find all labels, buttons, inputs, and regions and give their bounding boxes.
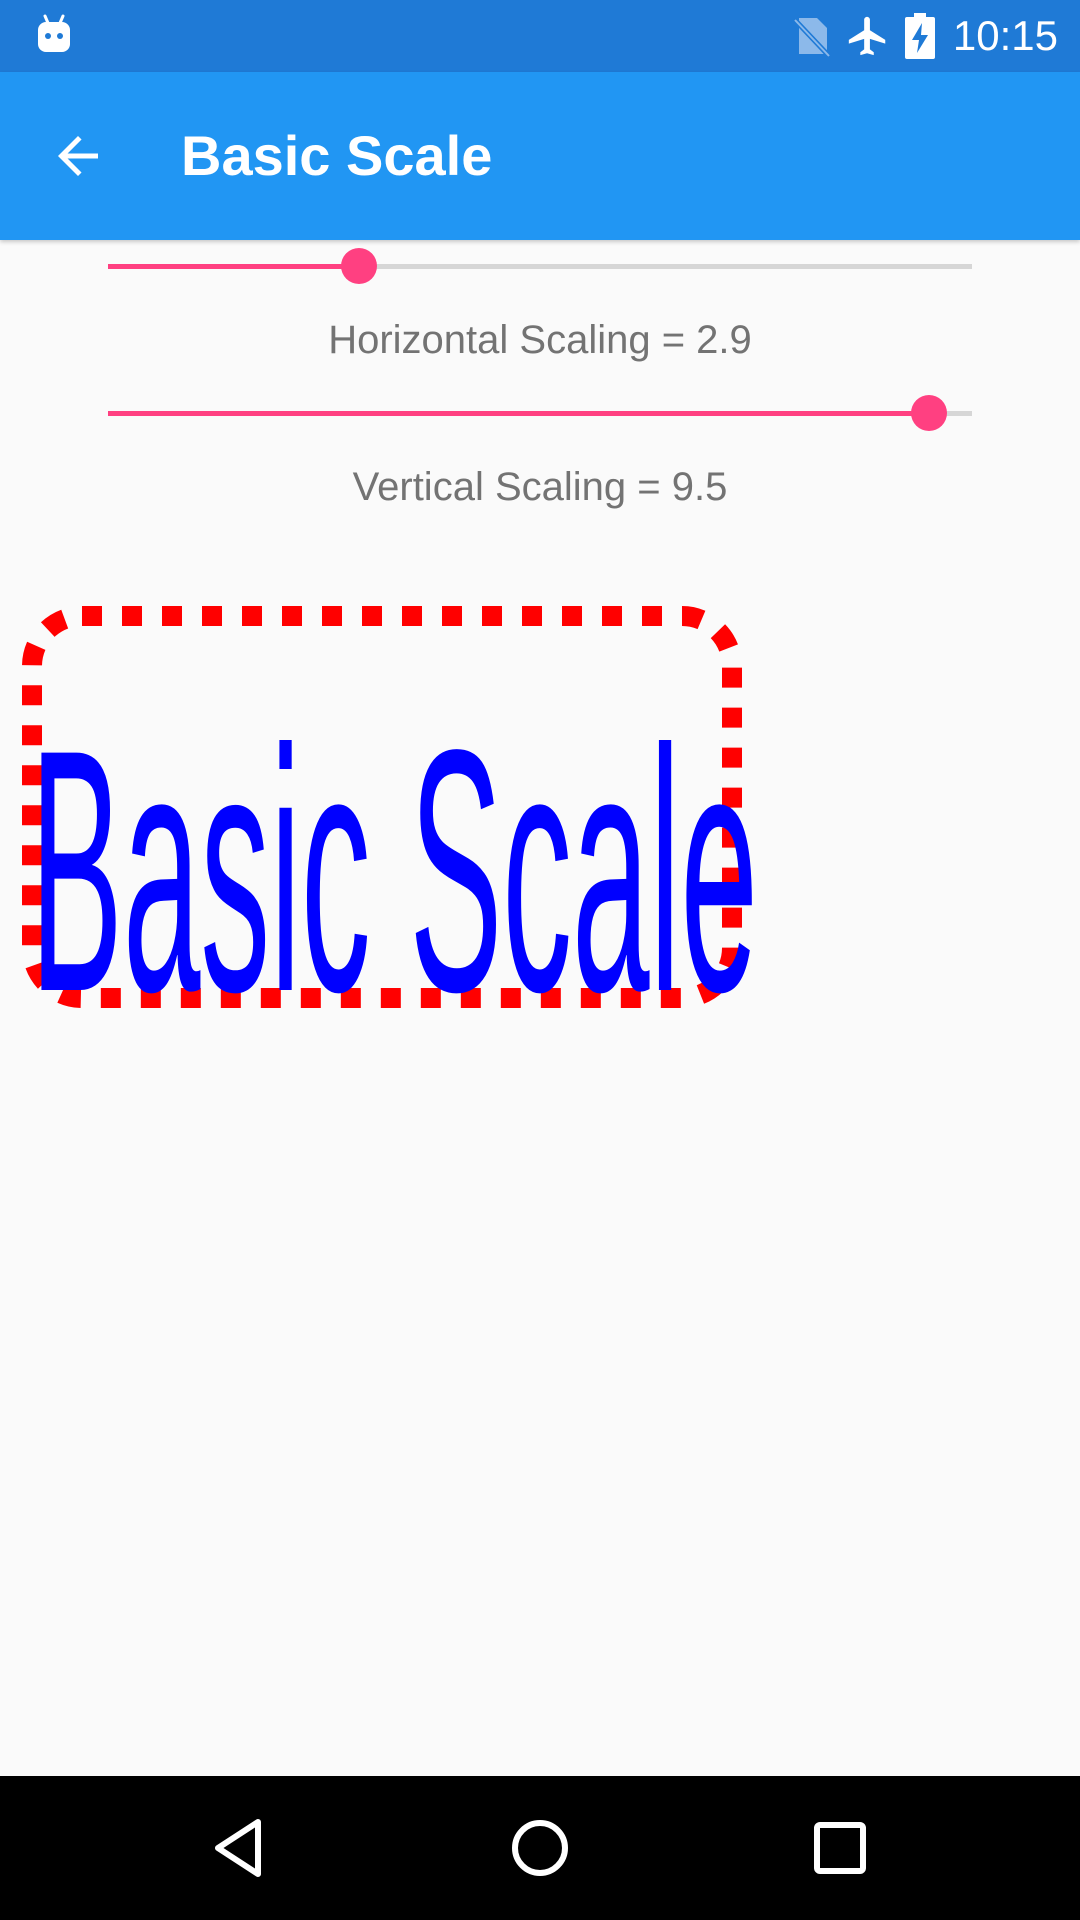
recents-square-icon[interactable] [804,1812,876,1884]
android-robot-icon [38,14,70,52]
slider-fill [108,411,929,416]
back-triangle-icon[interactable] [204,1812,276,1884]
airplane-mode-icon [848,16,886,56]
no-sim-icon [793,18,831,58]
status-time: 10:15 [952,12,1058,59]
slider-thumb[interactable] [340,248,377,284]
battery-charging-icon [904,13,935,59]
home-circle-icon[interactable] [504,1812,576,1884]
app-bar: Basic Scale [0,72,1080,240]
slider-fill [108,264,359,269]
horizontal-scaling-slider[interactable] [108,246,972,286]
navigation-bar [0,1776,1080,1920]
arrow-back-icon[interactable] [48,126,108,186]
vertical-scaling-label: Vertical Scaling = 9.5 [352,465,728,509]
scaled-drawing-canvas: Basic Scale [0,600,1080,1063]
horizontal-scaling-label: Horizontal Scaling = 2.9 [328,318,752,362]
page-title: Basic Scale [181,124,493,187]
vertical-scaling-slider[interactable] [108,393,972,433]
slider-thumb[interactable] [910,395,947,431]
status-bar: 10:15 [0,0,1080,72]
scaled-text: Basic Scale [30,678,758,1064]
